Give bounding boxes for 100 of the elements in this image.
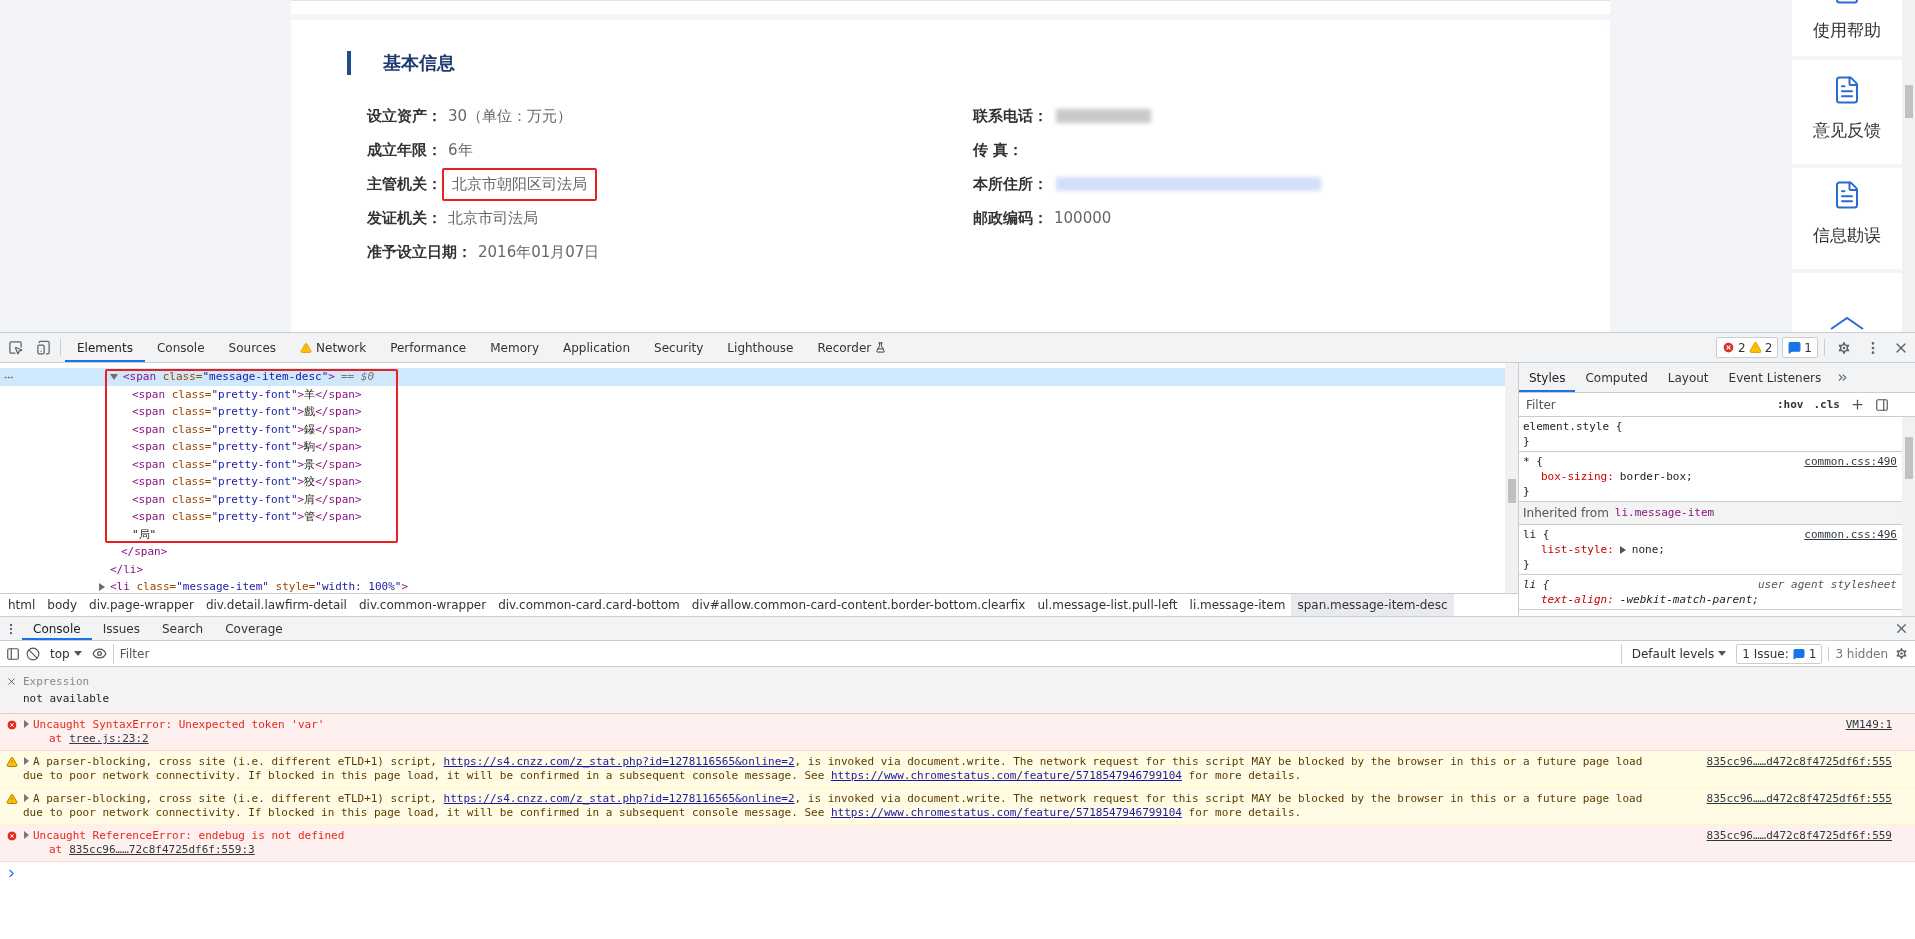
dom-node[interactable]: <span class="message-item-desc"> — [123, 370, 335, 384]
breadcrumb-item[interactable]: div#allow.common-card-content.border-bottom.clearfix — [685, 594, 1032, 616]
flask-icon — [875, 342, 887, 353]
source-link[interactable]: 835cc96……d472c8f4725df6f:555 — [1706, 755, 1892, 783]
dom-node[interactable]: <li class="message-item" style="width: 100%"> — [110, 580, 409, 593]
trace-link[interactable]: 835cc96……72c8f4725df6f:559:3 — [69, 843, 255, 857]
error-warning-counter[interactable]: 2 2 — [1716, 337, 1779, 358]
source-link[interactable]: 835cc96……d472c8f4725df6f:559 — [1706, 829, 1892, 857]
trace-label: at — [49, 843, 63, 857]
breadcrumb-item[interactable]: div.detail.lawfirm-detail — [199, 594, 353, 616]
trace-label: at — [49, 732, 63, 746]
message-text: A parser-blocking, cross site (i.e. different eTLD+1) script, https://s4.cnzz.com/z_stat.php?id=1278116565&online=2, is invoked via document.write. The network request for this script MAY be blocked by the browser in this or a future page load due to poor network connectivity. If blocked in this page load, it will be confirmed in a subsequent console message. See https://www.chromestatus.com/feature/5718547946799104 for more details. — [23, 755, 1644, 783]
dom-node[interactable]: <span class="pretty-font">戲</span> — [132, 404, 362, 420]
panel-tab[interactable]: Memory — [478, 333, 551, 362]
text-node[interactable]: "局" — [132, 526, 157, 542]
close-icon[interactable] — [6, 676, 17, 687]
field-value: 100000 — [1054, 208, 1112, 229]
field-label: 主管机关： — [367, 174, 442, 194]
drawer-tab[interactable]: Console — [22, 617, 92, 640]
field-label: 准予设立日期： — [367, 242, 472, 262]
dom-node[interactable]: <span class="pretty-font">鑤</span> — [132, 421, 362, 437]
expand-arrow-icon[interactable] — [1619, 545, 1626, 554]
css-value: border-box; — [1619, 469, 1693, 484]
panel-tab[interactable]: Recorder — [805, 333, 899, 362]
eye-icon[interactable] — [91, 646, 107, 661]
panel-tab[interactable]: Elements — [65, 333, 145, 362]
inherited-label: Inherited from — [1523, 506, 1609, 520]
scrollbar[interactable] — [1902, 0, 1915, 332]
drawer-tab[interactable]: Search — [150, 617, 215, 640]
breadcrumb-item[interactable]: span.message-item-desc — [1291, 594, 1454, 616]
sidebar-toggle-icon[interactable] — [6, 646, 20, 661]
breadcrumb-item[interactable]: ul.message-list.pull-left — [1031, 594, 1184, 616]
breadcrumb-item[interactable]: div.common-wrapper — [352, 594, 493, 616]
context-select[interactable]: top — [46, 646, 86, 661]
styles-tab[interactable]: Layout — [1657, 363, 1719, 392]
scrollbar[interactable] — [1505, 363, 1518, 593]
expression-field[interactable]: Expression — [23, 675, 223, 688]
sidebar-item[interactable]: 使用帮助 — [1792, 0, 1902, 56]
expand-arrow-icon[interactable] — [99, 582, 105, 591]
sidebar-item[interactable]: 意见反馈 — [1792, 60, 1902, 164]
dom-node[interactable]: <span class="pretty-font">㬌</span> — [132, 456, 362, 472]
dom-node[interactable]: <span class="pretty-font">管</span> — [132, 509, 362, 525]
hover-state-toggle[interactable]: :hov — [1777, 398, 1804, 411]
clear-console-icon[interactable] — [26, 646, 40, 661]
breadcrumb-item[interactable]: div.page-wrapper — [83, 594, 200, 616]
filter-field[interactable]: Filter — [112, 643, 1622, 664]
drawer-tab[interactable]: Issues — [91, 617, 151, 640]
panel-tab[interactable]: Performance — [378, 333, 479, 362]
source-link[interactable]: VM149:1 — [1845, 718, 1892, 746]
breadcrumb-item[interactable]: html — [2, 594, 42, 616]
message-link[interactable]: https://s4.cnzz.com/z_stat.php?id=1278116565&online=2 — [443, 755, 795, 768]
settings-icon[interactable] — [1894, 646, 1909, 661]
issues-button[interactable]: 1 Issue: 1 — [1736, 643, 1823, 664]
sidebar-toggle-icon[interactable] — [1875, 397, 1889, 412]
message-link[interactable]: https://s4.cnzz.com/z_stat.php?id=1278116565&online=2 — [443, 792, 795, 805]
dom-node[interactable]: <span class="pretty-font">羊</span> — [132, 386, 362, 402]
hidden-count: 3 hidden — [1828, 646, 1888, 661]
panel-tab[interactable]: Sources — [216, 333, 289, 362]
warning-count: 2 — [1764, 340, 1773, 355]
selected-row[interactable]: <span class="message-item-desc"> == $0 — [0, 368, 1505, 386]
panel-tab[interactable]: Application — [551, 333, 643, 362]
source-link[interactable]: common.css:490 — [1804, 454, 1897, 469]
css-selector: li { — [1523, 577, 1550, 592]
dom-node[interactable]: <span class="pretty-font">狡</span> — [132, 474, 362, 490]
css-selector: * { — [1523, 454, 1543, 469]
breadcrumb-item[interactable]: li.message-item — [1183, 594, 1292, 616]
field-label: 联系电话： — [973, 106, 1048, 126]
issues-count: 1 — [1804, 340, 1812, 355]
panel-tab[interactable]: Lighthouse — [715, 333, 806, 362]
warning-icon — [1748, 341, 1762, 354]
section-title: 基本信息 — [383, 51, 455, 75]
add-rule-icon[interactable] — [1850, 397, 1865, 412]
error-count: 2 — [1738, 340, 1746, 355]
source-link[interactable]: common.css:496 — [1804, 527, 1897, 542]
panel-tab[interactable]: Network — [288, 333, 379, 362]
stylesheet-label: user agent stylesheet — [1757, 577, 1897, 592]
trace-link[interactable]: tree.js:23:2 — [69, 732, 149, 746]
styles-tab[interactable]: Event Listeners — [1718, 363, 1832, 392]
field-label: 设立资产： — [367, 106, 442, 126]
class-toggle[interactable]: .cls — [1813, 398, 1840, 411]
breadcrumb-item[interactable]: body — [41, 594, 84, 616]
source-link[interactable]: 835cc96……d472c8f4725df6f:555 — [1706, 792, 1892, 820]
scrollbar[interactable] — [1902, 417, 1915, 616]
dom-node[interactable]: <span class="pretty-font">駒</span> — [132, 439, 362, 455]
sidebar-item[interactable]: 信息勘误 — [1792, 168, 1902, 269]
message-text: Uncaught ReferenceError: endebug is not defined — [23, 829, 1663, 843]
message-link[interactable]: https://www.chromestatus.com/feature/5718547946799104 — [830, 806, 1182, 819]
styles-tab[interactable]: Styles — [1519, 363, 1576, 392]
inherited-selector[interactable]: li.message-item — [1614, 506, 1715, 520]
drawer-tab[interactable]: Coverage — [214, 617, 294, 640]
expand-arrow-icon[interactable] — [110, 373, 118, 380]
dom-node[interactable]: <span class="pretty-font">肩</span> — [132, 491, 362, 507]
levels-select[interactable]: Default levels — [1627, 646, 1731, 661]
message-link[interactable]: https://www.chromestatus.com/feature/5718547946799104 — [830, 769, 1182, 782]
breadcrumb-item[interactable]: div.common-card.card-bottom — [492, 594, 686, 616]
panel-tab[interactable]: Console — [144, 333, 217, 362]
styles-tab[interactable]: Computed — [1575, 363, 1658, 392]
issues-counter[interactable]: 1 — [1782, 337, 1818, 358]
error-icon — [5, 830, 18, 842]
panel-tab[interactable]: Security — [642, 333, 716, 362]
